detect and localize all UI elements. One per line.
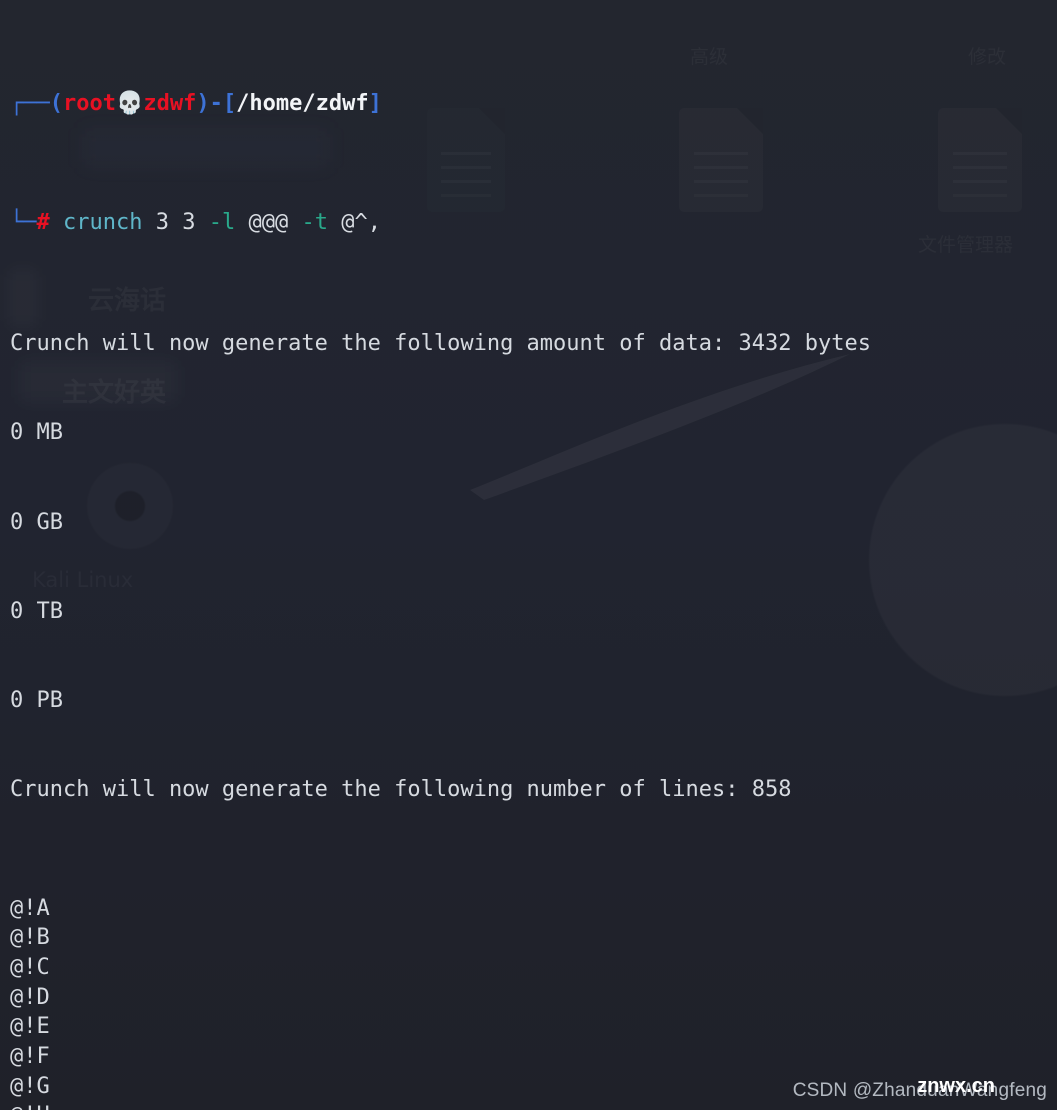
generated-word-row: @!F — [10, 1044, 50, 1070]
prompt-open-paren: ( — [49, 91, 63, 117]
generated-word-row: @!C — [10, 954, 50, 980]
prompt-line-command[interactable]: └─# crunch 3 3 -l @@@ -t @^, — [0, 208, 1057, 240]
terminal-output-area[interactable]: ┌──(root💀zdwf)-[/home/zdwf] └─# crunch 3… — [0, 0, 1057, 1110]
generated-word-row: @!D — [10, 984, 50, 1010]
prompt-corner-icon: ┌── — [10, 91, 50, 117]
generated-word-row: @!E — [10, 1014, 50, 1040]
command-flag-l: -l — [208, 210, 236, 236]
prompt-dash: - — [209, 91, 223, 117]
output-size-mb: 0 MB — [10, 420, 63, 446]
generated-wordlist: @!A@!B@!C@!D@!E@!F@!G@!H@!I@!J@!K@!L@!M@… — [0, 894, 1057, 1110]
prompt-open-bracket: [ — [222, 91, 237, 117]
prompt-close-paren: ) — [196, 91, 210, 117]
prompt-elbow-icon: └─ — [10, 210, 37, 236]
output-size-tb: 0 TB — [10, 598, 63, 624]
prompt-user: root — [63, 91, 116, 117]
command-arg-1: 3 — [155, 210, 169, 236]
output-line-count-line: Crunch will now generate the following n… — [10, 776, 792, 802]
command-arg-pattern: @^, — [341, 210, 381, 236]
command-arg-2: 3 — [182, 210, 196, 236]
command-program: crunch — [63, 210, 143, 236]
prompt-close-bracket: ] — [368, 91, 382, 117]
prompt-path: /home/zdwf — [236, 91, 369, 117]
terminal-window[interactable]: 云海话 主文好英 Kali Linux 高级 修改 文件管理器 ┌──(root… — [0, 0, 1057, 1110]
command-flag-t: -t — [301, 210, 328, 236]
skull-icon: 💀 — [115, 91, 144, 117]
generated-word-row: @!H — [0, 1101, 1057, 1110]
site-watermark: znwx.cn — [917, 1075, 995, 1097]
prompt-line-top: ┌──(root💀zdwf)-[/home/zdwf] — [0, 89, 1057, 119]
prompt-host: zdwf — [143, 91, 197, 117]
generated-word-row: @!B — [10, 925, 50, 951]
prompt-hash: # — [36, 210, 50, 236]
command-arg-charset: @@@ — [248, 210, 289, 236]
output-size-gb: 0 GB — [10, 509, 63, 535]
output-size-pb: 0 PB — [10, 687, 63, 713]
generated-word-row: @!A — [10, 895, 50, 921]
output-data-amount-line: Crunch will now generate the following a… — [10, 331, 871, 357]
